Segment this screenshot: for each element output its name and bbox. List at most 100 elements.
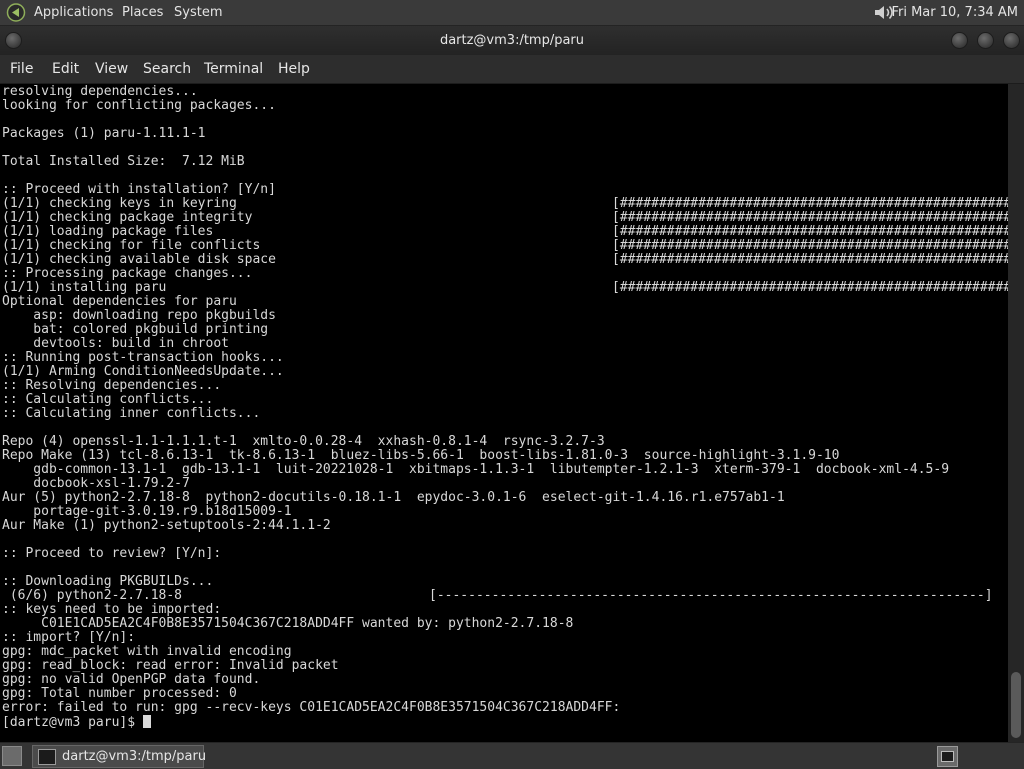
terminal-line: C01E1CAD5EA2C4F0B8E3571504C367C218ADD4FF… <box>2 617 949 631</box>
terminal-line-text: :: import? [Y/n]: <box>2 630 136 645</box>
terminal-line-text: asp: downloading repo pkgbuilds <box>2 308 276 323</box>
terminal-line-text: :: Proceed to review? [Y/n]: <box>2 546 222 561</box>
terminal-line: (1/1) loading package files [############… <box>2 224 1008 239</box>
progress-bar-text: [#######################################… <box>612 224 1008 239</box>
terminal-line: :: Calculating conflicts... <box>2 393 949 407</box>
terminal-line-text: (1/1) checking package integrity <box>2 210 253 225</box>
terminal-line: (1/1) Arming ConditionNeedsUpdate... <box>2 365 949 379</box>
window-title: dartz@vm3:/tmp/paru <box>439 33 585 48</box>
workspace-switcher-icon[interactable] <box>937 746 958 767</box>
scrollbar[interactable] <box>1008 84 1024 742</box>
terminal-line-text: (1/1) Arming ConditionNeedsUpdate... <box>2 364 284 379</box>
terminal-line: docbook-xsl-1.79.2-7 <box>2 477 949 491</box>
terminal-line-text: Packages (1) paru-1.11.1-1 <box>2 126 206 141</box>
terminal-line: Optional dependencies for paru <box>2 295 949 309</box>
terminal-output[interactable]: resolving dependencies... looking for con… <box>0 84 1008 742</box>
terminal-line: :: Resolving dependencies... <box>2 379 949 393</box>
terminal-line-text: gpg: no valid OpenPGP data found. <box>2 672 261 687</box>
menu-edit[interactable]: Edit <box>52 55 79 83</box>
terminal-line-text: :: Proceed with installation? [Y/n] <box>2 182 276 197</box>
gnome-foot-icon[interactable] <box>6 3 26 22</box>
clock[interactable]: Fri Mar 10, 7:34 AM <box>891 0 1018 25</box>
show-desktop-icon[interactable] <box>2 746 22 766</box>
menu-bar: File Edit View Search Terminal Help <box>0 55 1024 83</box>
terminal-line-text: resolving dependencies... <box>2 84 198 99</box>
scrollbar-thumb[interactable] <box>1011 672 1021 738</box>
terminal-line: looking for conflicting packages... <box>2 99 949 113</box>
terminal-line-text: looking for conflicting packages... <box>2 98 276 113</box>
progress-bar-text: [#######################################… <box>612 196 1008 211</box>
terminal-line-text: Optional dependencies for paru <box>2 294 237 309</box>
download-progress-text: [---------------------------------------… <box>429 588 993 603</box>
terminal-line: gdb-common-13.1-1 gdb-13.1-1 luit-202210… <box>2 463 949 477</box>
terminal-line-text: Repo Make (13) tcl-8.6.13-1 tk-8.6.13-1 … <box>2 448 840 463</box>
menu-applications[interactable]: Applications <box>34 0 113 25</box>
terminal-line: (1/1) checking keys in keyring [#########… <box>2 197 1008 211</box>
terminal-line: Aur Make (1) python2-setuptools-2:44.1.1… <box>2 519 949 533</box>
terminal-line: devtools: build in chroot <box>2 337 949 351</box>
bottom-panel: dartz@vm3:/tmp/paru <box>0 742 1024 769</box>
close-button[interactable] <box>1003 32 1020 49</box>
terminal-line-text: Total Installed Size: 7.12 MiB <box>2 154 245 169</box>
menu-system[interactable]: System <box>174 0 222 25</box>
terminal-line-text: docbook-xsl-1.79.2-7 <box>2 476 190 491</box>
terminal-line-text: portage-git-3.0.19.r9.b18d15009-1 <box>2 504 292 519</box>
terminal-line: :: Proceed to review? [Y/n]: <box>2 547 949 561</box>
terminal-line: Total Installed Size: 7.12 MiB <box>2 155 949 169</box>
menu-terminal[interactable]: Terminal <box>204 55 263 83</box>
terminal-line-text: gpg: mdc_packet with invalid encoding <box>2 644 292 659</box>
terminal-line: error: failed to run: gpg --recv-keys C0… <box>2 701 949 715</box>
terminal-line-text: :: Calculating conflicts... <box>2 392 214 407</box>
terminal-line-text: :: keys need to be imported: <box>2 602 222 617</box>
terminal-line-text: (1/1) loading package files <box>2 224 214 239</box>
menu-help[interactable]: Help <box>278 55 310 83</box>
terminal-line-text: gpg: Total number processed: 0 <box>2 686 237 701</box>
terminal-line: Packages (1) paru-1.11.1-1 <box>2 127 949 141</box>
terminal-line: Repo Make (13) tcl-8.6.13-1 tk-8.6.13-1 … <box>2 449 949 463</box>
terminal-line: asp: downloading repo pkgbuilds <box>2 309 949 323</box>
top-panel: Applications Places System Fri Mar 10, 7… <box>0 0 1024 26</box>
text-cursor <box>142 715 151 728</box>
terminal-line-text: :: Running post-transaction hooks... <box>2 350 284 365</box>
terminal-line: portage-git-3.0.19.r9.b18d15009-1 <box>2 505 949 519</box>
terminal-line: Aur (5) python2-2.7.18-8 python2-docutil… <box>2 491 949 505</box>
terminal-line-text: :: Calculating inner conflicts... <box>2 406 261 421</box>
terminal-line: :: Processing package changes... <box>2 267 949 281</box>
terminal-line: gpg: mdc_packet with invalid encoding <box>2 645 949 659</box>
taskbar-window-label: dartz@vm3:/tmp/paru <box>62 749 207 764</box>
window-titlebar[interactable]: dartz@vm3:/tmp/paru <box>0 26 1024 55</box>
terminal-line: gpg: Total number processed: 0 <box>2 687 949 701</box>
terminal-line-text: [dartz@vm3 paru]$ <box>2 715 143 730</box>
menu-search[interactable]: Search <box>143 55 191 83</box>
progress-bar-text: [#######################################… <box>612 252 1008 267</box>
terminal-line: :: Calculating inner conflicts... <box>2 407 949 421</box>
terminal-line: gpg: read_block: read error: Invalid pac… <box>2 659 949 673</box>
terminal-lines: resolving dependencies... looking for con… <box>2 84 1008 730</box>
terminal-line: (1/1) checking available disk space [####… <box>2 252 1008 267</box>
terminal-line: [dartz@vm3 paru]$ <box>2 715 949 730</box>
terminal-line-text: (1/1) checking available disk space <box>2 252 276 267</box>
terminal-line-text: error: failed to run: gpg --recv-keys C0… <box>2 700 621 715</box>
terminal-line: :: Running post-transaction hooks... <box>2 351 949 365</box>
terminal-line-text: Aur (5) python2-2.7.18-8 python2-docutil… <box>2 490 785 505</box>
terminal-line: :: import? [Y/n]: <box>2 631 949 645</box>
terminal-icon <box>38 749 56 765</box>
terminal-line-text: :: Downloading PKGBUILDs... <box>2 574 214 589</box>
minimize-button[interactable] <box>951 32 968 49</box>
menu-places[interactable]: Places <box>122 0 163 25</box>
terminal-line: :: Proceed with installation? [Y/n] <box>2 183 949 197</box>
terminal-line: bat: colored pkgbuild printing <box>2 323 949 337</box>
terminal-line-text: C01E1CAD5EA2C4F0B8E3571504C367C218ADD4FF… <box>2 616 574 631</box>
maximize-button[interactable] <box>977 32 994 49</box>
taskbar-window-button[interactable]: dartz@vm3:/tmp/paru <box>32 745 207 768</box>
menu-file[interactable]: File <box>10 55 33 83</box>
menu-view[interactable]: View <box>95 55 128 83</box>
terminal-line: gpg: no valid OpenPGP data found. <box>2 673 949 687</box>
terminal-line-text: Aur Make (1) python2-setuptools-2:44.1.1… <box>2 518 331 533</box>
terminal-line-text: (6/6) python2-2.7.18-8 <box>2 588 183 603</box>
